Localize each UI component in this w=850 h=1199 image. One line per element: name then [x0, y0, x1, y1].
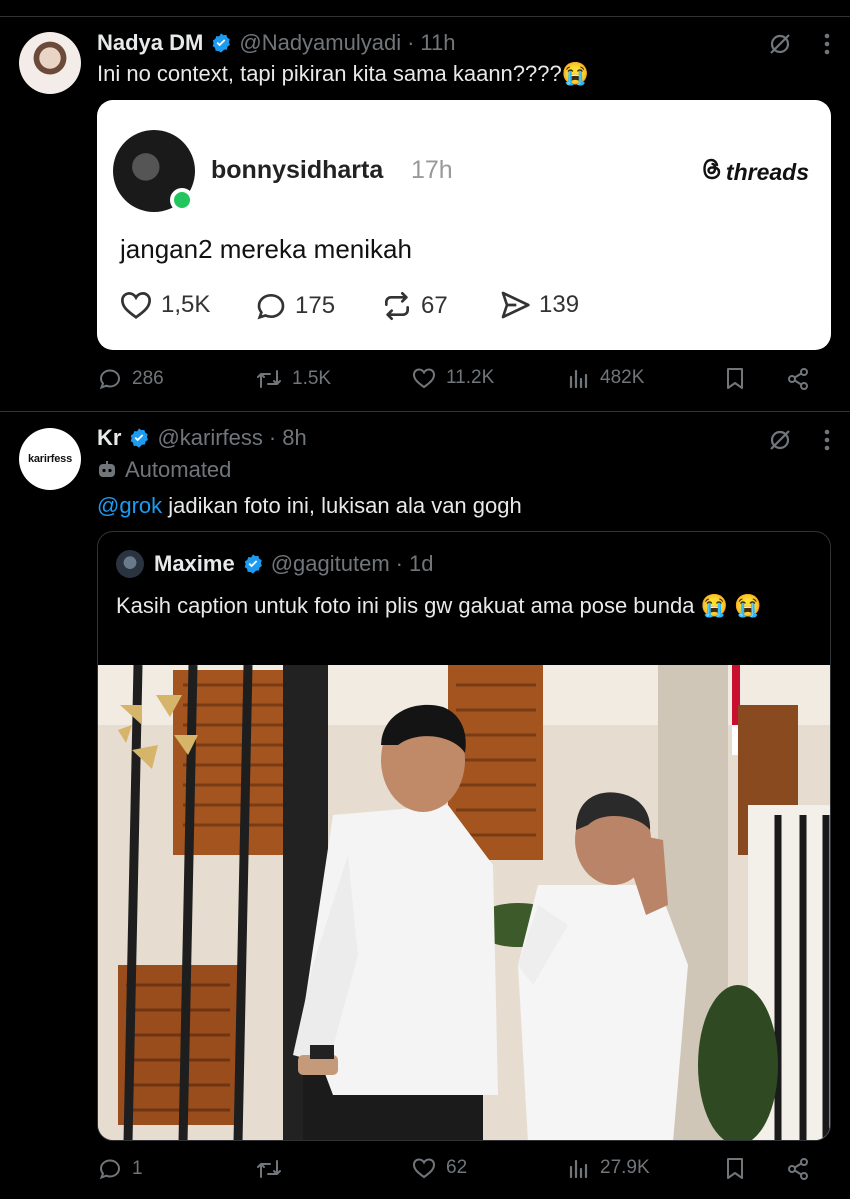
- more-icon[interactable]: [824, 33, 830, 55]
- separator-dot: ·: [268, 425, 277, 450]
- like-icon: [412, 1158, 436, 1179]
- threads-repost: 67: [381, 290, 448, 322]
- repost-icon: [385, 292, 409, 320]
- repost-button[interactable]: [256, 1157, 292, 1181]
- threads-text: jangan2 mereka menikah: [120, 234, 412, 264]
- quoted-tweet[interactable]: Maxime @gagitutem · 1d Kasih caption unt…: [97, 531, 831, 1141]
- like-icon: [412, 368, 436, 389]
- photo-illustration: [98, 665, 830, 1140]
- like-icon: [120, 292, 152, 319]
- threads-share-count: 139: [539, 291, 580, 318]
- bookmark-button[interactable]: [725, 1157, 745, 1181]
- tweet-actions: 1 62 27.9K: [98, 1157, 810, 1187]
- quoted-display-name: Maxime: [154, 551, 235, 576]
- avatar[interactable]: [19, 32, 81, 94]
- reply-button[interactable]: 1: [98, 1157, 143, 1181]
- send-icon: [501, 291, 530, 319]
- quoted-avatar: [116, 550, 144, 578]
- tweet-header: Nadya DM @Nadyamulyadi · 11h: [97, 30, 456, 56]
- robot-icon: [99, 461, 115, 477]
- online-indicator: [170, 188, 194, 212]
- views-icon: [569, 1159, 588, 1179]
- timestamp[interactable]: 8h: [282, 425, 306, 451]
- threads-like-count: 1,5K: [161, 291, 211, 318]
- reply-icon: [99, 369, 121, 390]
- share-button[interactable]: [786, 367, 810, 391]
- tweet-text: Ini no context, tapi pikiran kita sama k…: [97, 61, 590, 86]
- verified-icon: [128, 427, 150, 449]
- automated-label: Automated: [97, 457, 231, 483]
- threads-logo-icon: [702, 158, 722, 186]
- tweet-header-icons: [768, 32, 830, 56]
- avatar-text: karirfess: [27, 453, 73, 465]
- separator-dot: ·: [395, 551, 403, 576]
- threads-reply-count: 175: [295, 292, 336, 319]
- share-button[interactable]: [786, 1157, 810, 1181]
- views-icon: [569, 369, 588, 389]
- mention-link[interactable]: @grok: [97, 493, 162, 518]
- repost-icon: [257, 1160, 281, 1178]
- quoted-photo[interactable]: [98, 665, 830, 1140]
- views-count: 482K: [600, 367, 645, 388]
- handle[interactable]: @karirfess: [157, 425, 262, 451]
- grok-icon[interactable]: [768, 32, 792, 56]
- bookmark-button[interactable]: [725, 367, 745, 391]
- timestamp[interactable]: 11h: [420, 30, 455, 56]
- automated-text: Automated: [125, 457, 232, 482]
- like-button[interactable]: 62: [412, 1157, 467, 1179]
- quoted-header: Maxime @gagitutem · 1d: [116, 550, 433, 578]
- reply-count: 1: [132, 1158, 143, 1179]
- top-divider: [0, 16, 850, 17]
- verified-icon: [210, 32, 232, 54]
- handle[interactable]: @Nadyamulyadi: [239, 30, 401, 56]
- repost-button[interactable]: 1.5K: [256, 367, 331, 391]
- grok-icon[interactable]: [768, 428, 792, 452]
- tweet-divider: [0, 411, 850, 412]
- quoted-handle: @gagitutem: [270, 551, 390, 576]
- reply-button[interactable]: 286: [98, 367, 164, 391]
- tweet-header: Kr @karirfess · 8h: [97, 425, 307, 451]
- bookmark-icon: [727, 1158, 743, 1179]
- threads-time: 17h: [411, 156, 453, 184]
- quoted-time: 1d: [409, 551, 434, 576]
- threads-share: 139: [499, 290, 579, 320]
- more-icon[interactable]: [824, 429, 830, 451]
- quoted-text: Kasih caption untuk foto ini plis gw gak…: [116, 593, 762, 618]
- share-icon: [788, 368, 808, 390]
- tweet-header-icons: [768, 428, 830, 452]
- threads-brand-text: threads: [725, 158, 809, 185]
- bookmark-icon: [727, 368, 743, 389]
- reply-count: 286: [132, 368, 164, 389]
- threads-actions: 1,5K 175 67 139: [119, 290, 719, 324]
- repost-count: 1.5K: [292, 368, 332, 389]
- threads-logo: threads: [702, 158, 809, 186]
- tweet-text: @grok jadikan foto ini, lukisan ala van …: [97, 491, 522, 521]
- tweet-actions: 286 1.5K 11.2K 482K: [98, 367, 810, 397]
- display-name[interactable]: Nadya DM: [97, 30, 203, 56]
- threads-reply: 175: [255, 290, 335, 322]
- share-icon: [788, 1158, 808, 1180]
- views-button[interactable]: 27.9K: [568, 1157, 650, 1179]
- reply-icon: [257, 293, 285, 320]
- views-count: 27.9K: [600, 1157, 650, 1178]
- reply-icon: [99, 1159, 121, 1180]
- like-button[interactable]: 11.2K: [412, 367, 494, 389]
- avatar[interactable]: karirfess: [19, 428, 81, 490]
- like-count: 11.2K: [446, 367, 495, 388]
- threads-username: bonnysidharta: [211, 156, 384, 184]
- threads-embed-card[interactable]: bonnysidharta 17h threads jangan2 mereka…: [97, 100, 831, 350]
- separator-dot: ·: [407, 30, 415, 55]
- like-count: 62: [446, 1157, 468, 1178]
- views-button[interactable]: 482K: [568, 367, 644, 389]
- threads-like: 1,5K: [119, 290, 210, 320]
- verified-icon: [242, 553, 264, 575]
- threads-repost-count: 67: [421, 292, 448, 319]
- display-name[interactable]: Kr: [97, 425, 121, 451]
- repost-icon: [257, 370, 281, 388]
- tweet-text-body: jadikan foto ini, lukisan ala van gogh: [162, 493, 522, 518]
